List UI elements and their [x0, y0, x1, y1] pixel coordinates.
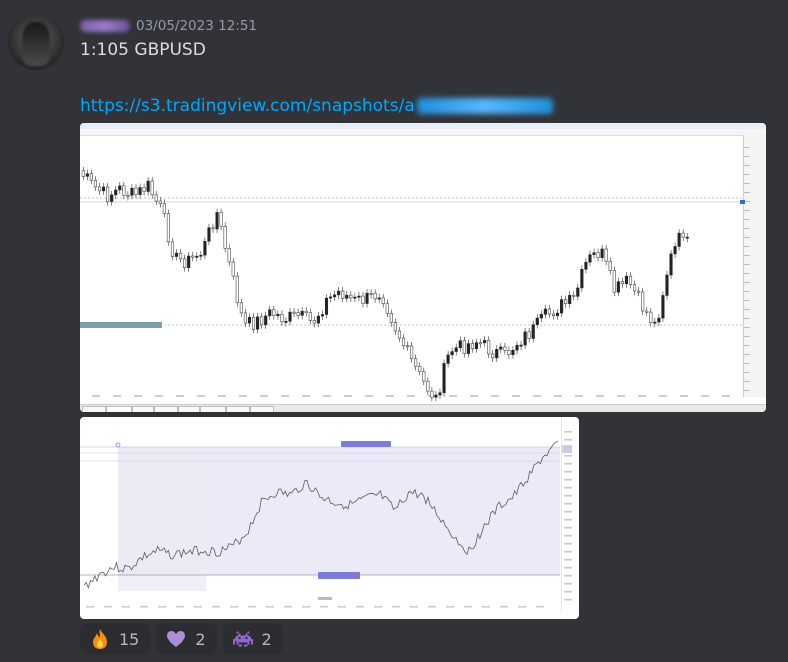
- username-redacted[interactable]: [80, 20, 130, 32]
- tradingview-line: [80, 417, 572, 612]
- reaction-heart-count: 2: [195, 629, 206, 649]
- tradingview-chart-screenshot[interactable]: [80, 417, 579, 619]
- purple-heart-icon: [165, 628, 187, 650]
- reaction-invader-count: 2: [261, 629, 272, 649]
- reactions-bar: 15 2 2: [80, 623, 283, 655]
- reaction-fire[interactable]: 15: [80, 623, 151, 655]
- mt4-chart-screenshot[interactable]: [80, 123, 766, 412]
- message-text: 1:105 GBPUSD: [80, 40, 206, 60]
- reaction-invader[interactable]: 2: [222, 623, 283, 655]
- link-text[interactable]: https://s3.tradingview.com/snapshots/a: [80, 96, 415, 116]
- message-header: 03/05/2023 12:51: [80, 16, 257, 36]
- mt4-candles: [80, 135, 750, 402]
- space-invader-icon: [232, 628, 254, 650]
- link-redacted: [416, 98, 553, 114]
- reaction-fire-count: 15: [119, 629, 140, 649]
- mt4-symbol-tabs: [80, 404, 766, 412]
- message-timestamp: 03/05/2023 12:51: [136, 18, 258, 34]
- reaction-heart[interactable]: 2: [156, 623, 217, 655]
- user-avatar[interactable]: [8, 14, 64, 70]
- message-link[interactable]: https://s3.tradingview.com/snapshots/a: [80, 96, 553, 116]
- fire-icon: [89, 628, 111, 650]
